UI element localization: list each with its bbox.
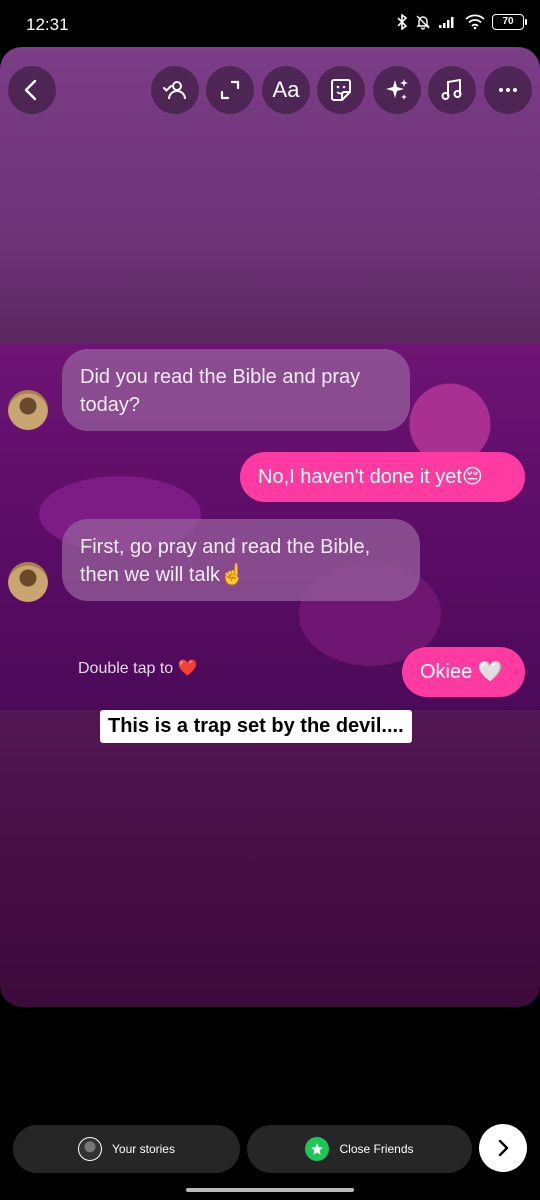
mute-bell-icon	[416, 15, 430, 30]
sticker-icon	[331, 79, 351, 101]
home-indicator[interactable]	[186, 1188, 354, 1192]
signal-icon	[439, 17, 454, 28]
your-stories-button[interactable]: Your stories	[13, 1125, 240, 1173]
mention-icon	[163, 81, 186, 100]
profile-avatar-icon	[78, 1137, 103, 1161]
message-bubble-outgoing: No,I haven't done it yet😔	[240, 452, 525, 502]
caption-text[interactable]: This is a trap set by the devil....	[100, 710, 412, 743]
more-button[interactable]	[484, 66, 532, 114]
avatar	[8, 390, 48, 430]
chevron-right-icon	[498, 1139, 509, 1157]
resize-button[interactable]	[206, 66, 254, 114]
effects-icon	[386, 79, 408, 100]
more-icon	[499, 88, 517, 92]
bluetooth-icon	[397, 14, 408, 30]
mention-button[interactable]	[151, 66, 199, 114]
music-button[interactable]	[428, 66, 476, 114]
story-canvas[interactable]: Aa Did you read the Bible and pray today…	[0, 47, 540, 1007]
message-bubble-incoming: First, go pray and read the Bible, then …	[62, 519, 420, 601]
status-time: 12:31	[26, 15, 69, 34]
music-icon	[441, 78, 462, 100]
back-button[interactable]	[8, 66, 56, 114]
status-bar: 12:31 70	[0, 0, 540, 48]
effects-button[interactable]	[373, 66, 421, 114]
star-icon	[305, 1137, 330, 1161]
text-icon: Aa	[272, 77, 300, 102]
message-bubble-incoming: Did you read the Bible and pray today?	[62, 349, 410, 431]
share-next-button[interactable]	[479, 1124, 527, 1172]
text-button[interactable]: Aa	[262, 66, 310, 114]
back-icon	[24, 79, 37, 101]
message-bubble-outgoing: Okiee 🤍	[402, 647, 525, 697]
editor-toolbar: Aa	[0, 47, 540, 137]
avatar	[8, 562, 48, 602]
close-friends-label: Close Friends	[339, 1142, 414, 1156]
double-tap-hint: Double tap to ❤️	[78, 660, 198, 677]
close-friends-button[interactable]: Close Friends	[247, 1125, 472, 1173]
chat-screenshot-image[interactable]: Did you read the Bible and pray today? N…	[0, 344, 540, 710]
status-icons: 70	[396, 14, 527, 30]
sticker-button[interactable]	[317, 66, 365, 114]
battery-indicator: 70	[492, 14, 527, 30]
resize-icon	[220, 80, 240, 100]
your-stories-label: Your stories	[112, 1142, 175, 1156]
wifi-icon	[465, 14, 485, 30]
